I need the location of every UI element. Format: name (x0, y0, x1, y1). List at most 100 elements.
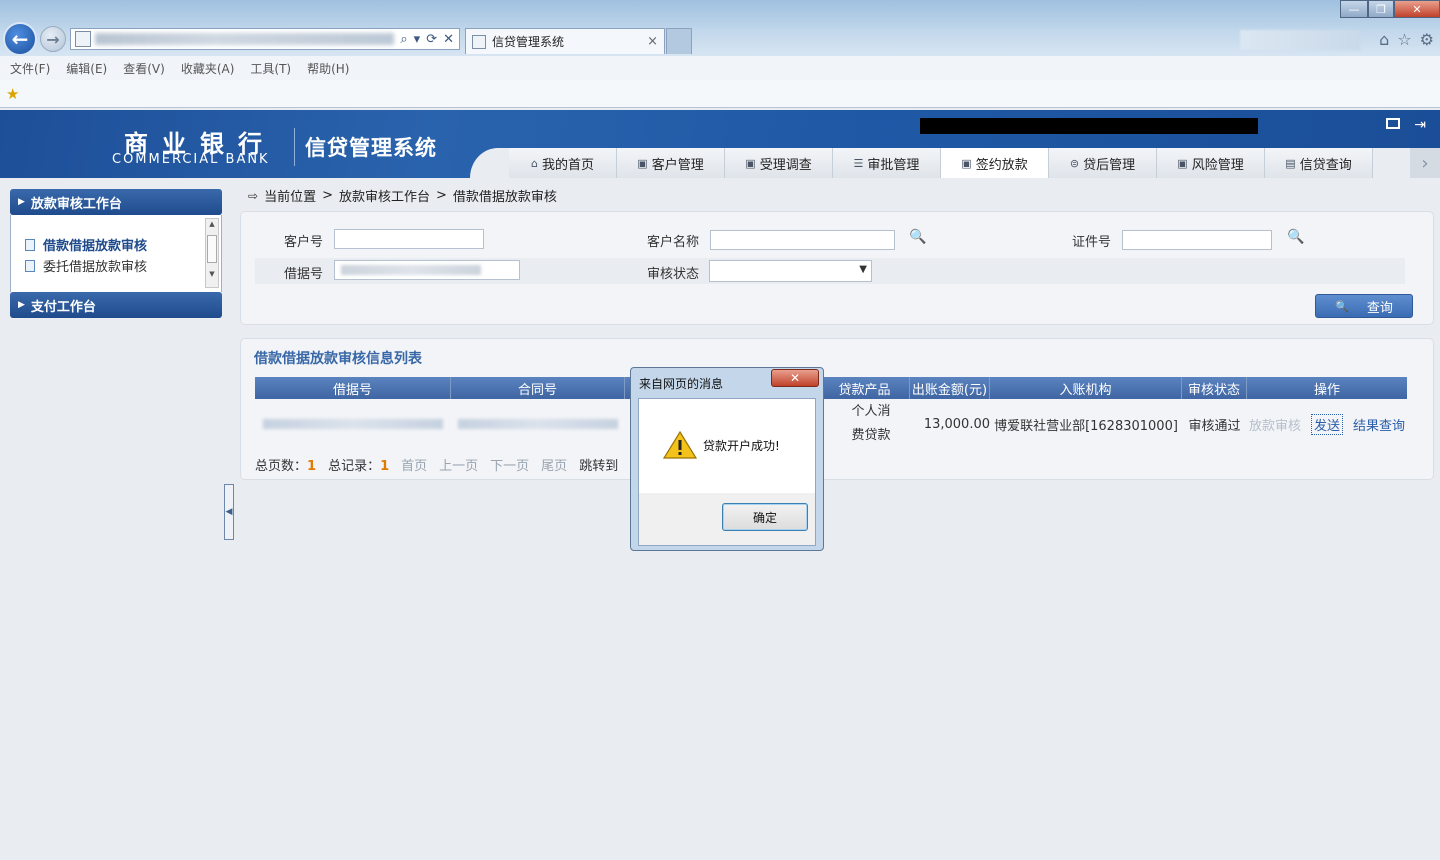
prev-page-link[interactable]: 上一页 (439, 455, 478, 474)
nav-sign-loan[interactable]: ▣ 签约放款 (941, 148, 1049, 178)
breadcrumb-level1[interactable]: 放款审核工作台 (339, 186, 430, 205)
nav-customer[interactable]: ▣ 客户管理 (617, 148, 725, 178)
search-icon[interactable]: ⌕ (400, 32, 407, 47)
menu-edit[interactable]: 编辑(E) (66, 60, 107, 77)
query-button[interactable]: 🔍 查询 (1315, 294, 1413, 318)
sidebar-body: 借款借据放款审核 委托借据放款审核 ▲ ▼ (10, 215, 222, 292)
customer-name-input[interactable] (710, 230, 895, 250)
col-product: 贷款产品 (820, 377, 910, 399)
window-close-button[interactable]: ✕ (1394, 0, 1440, 18)
page-icon (472, 34, 486, 49)
breadcrumb-separator: > (436, 188, 447, 203)
total-records-value: 1 (380, 459, 390, 474)
stop-icon[interactable]: ✕ (443, 32, 454, 47)
sidebar-section-loan-audit[interactable]: ▶ 放款审核工作台 (10, 189, 222, 215)
breadcrumb-level2: 借款借据放款审核 (452, 190, 557, 205)
new-tab-button[interactable] (666, 28, 692, 54)
menu-file[interactable]: 文件(F) (10, 60, 50, 77)
browser-tab-active[interactable]: 信贷管理系统 × (465, 28, 665, 54)
loan-no-redacted (263, 419, 443, 429)
add-favorite-icon[interactable]: ★ (6, 85, 19, 103)
address-bar[interactable]: ⌕ ▾ ⟳ ✕ (70, 28, 460, 50)
last-page-link[interactable]: 尾页 (541, 455, 567, 474)
back-button[interactable]: ← (3, 22, 37, 56)
result-query-link[interactable]: 结果查询 (1353, 415, 1405, 434)
logo-divider (294, 128, 295, 166)
first-page-link[interactable]: 首页 (401, 455, 427, 474)
menu-tools[interactable]: 工具(T) (250, 60, 291, 77)
nav-approval[interactable]: ☰ 审批管理 (833, 148, 941, 178)
breadcrumb: ⇨ 当前位置 > 放款审核工作台 > 借款借据放款审核 (248, 186, 557, 205)
sidebar-item-label: 借款借据放款审核 (43, 239, 148, 254)
nav-risk[interactable]: ▣ 风险管理 (1157, 148, 1265, 178)
sidebar-section-label: 支付工作台 (30, 299, 96, 315)
breadcrumb-separator: > (322, 188, 333, 203)
maximize-button[interactable]: ❐ (1368, 0, 1394, 18)
sidebar-scrollbar[interactable]: ▲ ▼ (205, 218, 219, 288)
scroll-down-icon[interactable]: ▼ (206, 269, 218, 279)
arrow-left-icon: ← (11, 27, 29, 51)
refresh-icon[interactable]: ⟳ (426, 32, 437, 47)
total-pages-value: 1 (307, 459, 317, 474)
loan-no-label: 借据号 (284, 267, 324, 282)
breadcrumb-prefix: 当前位置 (264, 190, 317, 205)
cell-loan-no[interactable] (255, 401, 451, 447)
home-icon: ⌂ (531, 156, 538, 170)
menu-favorites[interactable]: 收藏夹(A) (181, 60, 235, 77)
message-dialog: 来自网页的消息 ✕ 贷款开户成功! 确定 (630, 367, 824, 551)
next-page-link[interactable]: 下一页 (490, 455, 529, 474)
customer-no-input[interactable] (334, 229, 484, 249)
favorites-bar: ★ (0, 80, 1440, 108)
status-select[interactable]: ▼ (709, 260, 872, 282)
dropdown-icon[interactable]: ▾ (414, 32, 421, 47)
jump-to-page[interactable]: 跳转到 (579, 455, 618, 474)
id-search-icon[interactable]: 🔍 (1287, 229, 1304, 245)
nav-label: 信贷查询 (1299, 157, 1352, 173)
favorites-star-icon[interactable]: ☆ (1397, 30, 1411, 49)
menu-view[interactable]: 查看(V) (123, 60, 165, 77)
dialog-body: 贷款开户成功! 确定 (638, 398, 816, 546)
customer-icon: ▣ (637, 156, 648, 170)
user-info-redacted (920, 118, 1258, 134)
search-icon: 🔍 (1335, 299, 1349, 313)
menu-help[interactable]: 帮助(H) (307, 60, 349, 77)
forward-button[interactable]: → (40, 26, 66, 52)
home-icon[interactable]: ⌂ (1379, 30, 1389, 49)
dialog-close-button[interactable]: ✕ (771, 369, 819, 387)
nav-survey[interactable]: ▣ 受理调查 (725, 148, 833, 178)
search-box-redacted[interactable] (1240, 30, 1360, 50)
nav-home[interactable]: ⌂ 我的首页 (509, 148, 617, 178)
loan-no-input[interactable] (334, 260, 520, 280)
total-records: 总记录：1 (328, 455, 389, 474)
id-no-input[interactable] (1122, 230, 1272, 250)
system-title: 信贷管理系统 (305, 136, 437, 160)
nav-label: 审批管理 (867, 157, 920, 173)
warning-icon (663, 431, 697, 459)
browser-titlebar: ← → ⌕ ▾ ⟳ ✕ 信贷管理系统 × ⌂ ☆ ⚙ — ❐ ✕ (0, 0, 1440, 56)
scroll-thumb[interactable] (207, 235, 217, 263)
cell-contract-no[interactable] (451, 401, 625, 447)
total-pages-label: 总页数： (255, 459, 308, 474)
sidebar-section-payment[interactable]: ▶ 支付工作台 (10, 292, 222, 318)
nav-credit-query[interactable]: ▤ 信贷查询 (1265, 148, 1373, 178)
ok-button[interactable]: 确定 (722, 503, 808, 531)
sidebar-item-loan-audit[interactable]: 借款借据放款审核 (25, 235, 147, 254)
survey-icon: ▣ (745, 156, 756, 170)
logout-icon[interactable]: ⇥ (1414, 117, 1426, 133)
loan-audit-link-disabled: 放款审核 (1248, 418, 1301, 434)
tab-close-icon[interactable]: × (647, 34, 658, 49)
sidebar: ▶ 放款审核工作台 借款借据放款审核 委托借据放款审核 ▲ ▼ ▶ 支付工作台 (10, 189, 222, 318)
send-link[interactable]: 发送 (1310, 413, 1343, 435)
scroll-up-icon[interactable]: ▲ (206, 219, 218, 229)
sidebar-item-entrusted-audit[interactable]: 委托借据放款审核 (25, 256, 147, 275)
monitor-icon[interactable] (1386, 118, 1400, 129)
gear-icon[interactable]: ⚙ (1420, 30, 1434, 49)
document-icon (25, 259, 35, 272)
nav-post-loan[interactable]: ⊜ 贷后管理 (1049, 148, 1157, 178)
chevron-right-icon[interactable]: › (1410, 148, 1440, 178)
contract-no-redacted (458, 419, 618, 429)
table-row: 个人消费贷款 13,000.00 博爱联社营业部[1628301000] 审核通… (255, 401, 1407, 447)
minimize-button[interactable]: — (1340, 0, 1368, 18)
customer-search-icon[interactable]: 🔍 (909, 229, 926, 245)
sidebar-collapse-handle[interactable]: ◀ (224, 484, 234, 540)
